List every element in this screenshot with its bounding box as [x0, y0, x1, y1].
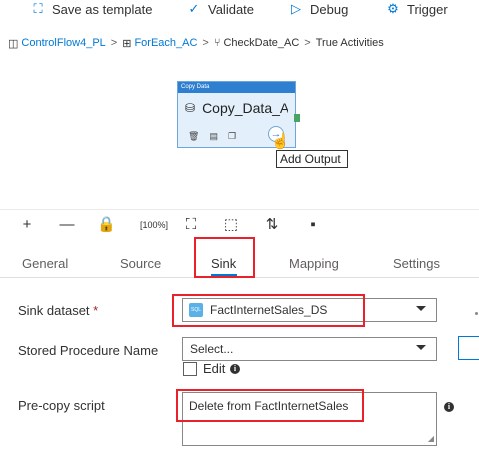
tab-sink[interactable]: Sink	[211, 256, 236, 271]
canvas-toolbar: + — 🔒 [100%] ⛶ ⬚ ⇅ ▪	[0, 209, 479, 237]
tab-mapping[interactable]: Mapping	[289, 256, 339, 271]
breadcrumb-pipeline[interactable]: ControlFlow4_PL	[21, 37, 105, 49]
activity-name: Copy_Data_AC	[202, 100, 289, 116]
delete-icon[interactable]: 🗑	[188, 131, 199, 142]
tab-source[interactable]: Source	[120, 256, 161, 271]
stored-procedure-value: Select...	[190, 342, 234, 356]
trigger-icon: ⚙	[387, 1, 399, 16]
validate-label: Validate	[208, 1, 255, 17]
copy-data-icon: ⛁	[185, 101, 196, 115]
auto-align-icon[interactable]: ⇅	[263, 216, 281, 234]
trigger-label: Trigger	[407, 1, 448, 17]
info-icon: i	[444, 402, 454, 412]
breadcrumb-separator: >	[110, 37, 118, 49]
code-icon[interactable]: ▤	[209, 131, 218, 142]
edit-label: Edit	[203, 361, 226, 376]
stored-procedure-select[interactable]: Select...	[182, 337, 437, 361]
play-icon: ▷	[291, 1, 301, 16]
required-marker: *	[93, 303, 99, 318]
sql-database-icon: SQL	[189, 303, 203, 317]
add-output-tooltip: Add Output	[276, 150, 348, 168]
zoom-out-icon[interactable]: —	[58, 216, 76, 234]
sink-dataset-label: Sink dataset *	[18, 303, 98, 318]
debug-label: Debug	[310, 1, 349, 17]
checkmark-icon: ✓	[188, 1, 200, 16]
save-as-template-button[interactable]: ⛶ Save as template	[30, 0, 152, 18]
lock-icon[interactable]: 🔒	[97, 216, 116, 234]
clone-icon[interactable]: ❐	[228, 131, 236, 142]
edit-checkbox[interactable]	[183, 362, 197, 376]
layout-icon[interactable]: ▪	[304, 216, 322, 234]
refresh-button[interactable]	[458, 336, 479, 360]
breadcrumb-foreach[interactable]: ForEach_AC	[134, 37, 197, 49]
validate-button[interactable]: ✓ Validate	[186, 0, 254, 18]
sink-dataset-value: FactInternetSales_DS	[210, 303, 328, 317]
foreach-icon: ⊞	[122, 37, 132, 50]
zoom-in-icon[interactable]: +	[18, 216, 36, 234]
active-tab-indicator	[211, 274, 237, 276]
save-as-template-label: Save as template	[52, 1, 153, 17]
fit-to-window-icon[interactable]: ⛶	[182, 216, 200, 234]
properties-tabs: General Source Sink Mapping Settings	[0, 238, 479, 278]
breadcrumb-ifcondition[interactable]: CheckDate_AC	[223, 37, 299, 49]
breadcrumb: ◫ ControlFlow4_PL > ⊞ ForEach_AC > ⑂ Che…	[8, 34, 384, 52]
more-options-icon[interactable]	[475, 312, 478, 315]
pipeline-canvas[interactable]: Copy Data ⛁ Copy_Data_AC 🗑 ▤ ❐ →	[0, 60, 479, 208]
tab-general[interactable]: General	[22, 256, 68, 271]
debug-button[interactable]: ▷ Debug	[288, 0, 348, 18]
precopy-script-label: Pre-copy script	[18, 398, 105, 413]
resize-handle-icon[interactable]: ◢	[428, 434, 434, 443]
precopy-script-value: Delete from FactInternetSales	[189, 399, 349, 413]
pipeline-toolbar: ⛶ Save as template ✓ Validate ▷ Debug ⚙ …	[0, 0, 479, 20]
hand-pointer-icon: ☝	[271, 133, 290, 150]
pipeline-icon: ◫	[8, 37, 19, 50]
template-icon: ⛶	[33, 1, 43, 16]
select-mode-icon[interactable]: ⬚	[222, 216, 240, 234]
trigger-button[interactable]: ⚙ Trigger	[385, 0, 448, 18]
tab-settings[interactable]: Settings	[393, 256, 440, 271]
sink-dataset-select[interactable]: SQL FactInternetSales_DS	[182, 298, 437, 322]
chevron-down-icon	[416, 306, 426, 311]
if-condition-icon: ⑂	[213, 37, 221, 49]
breadcrumb-separator: >	[304, 37, 311, 49]
precopy-script-textarea[interactable]: Delete from FactInternetSales ◢	[182, 392, 437, 446]
sink-dataset-label-text: Sink dataset	[18, 303, 90, 318]
chevron-down-icon	[416, 345, 426, 350]
stored-procedure-label: Stored Procedure Name	[18, 343, 159, 358]
breadcrumb-separator: >	[202, 37, 209, 49]
zoom-100-icon[interactable]: [100%]	[140, 216, 168, 234]
info-icon: i	[230, 364, 240, 374]
breadcrumb-current: True Activities	[315, 37, 384, 49]
activity-type-label: Copy Data	[178, 82, 295, 93]
success-output-port[interactable]	[294, 114, 300, 122]
